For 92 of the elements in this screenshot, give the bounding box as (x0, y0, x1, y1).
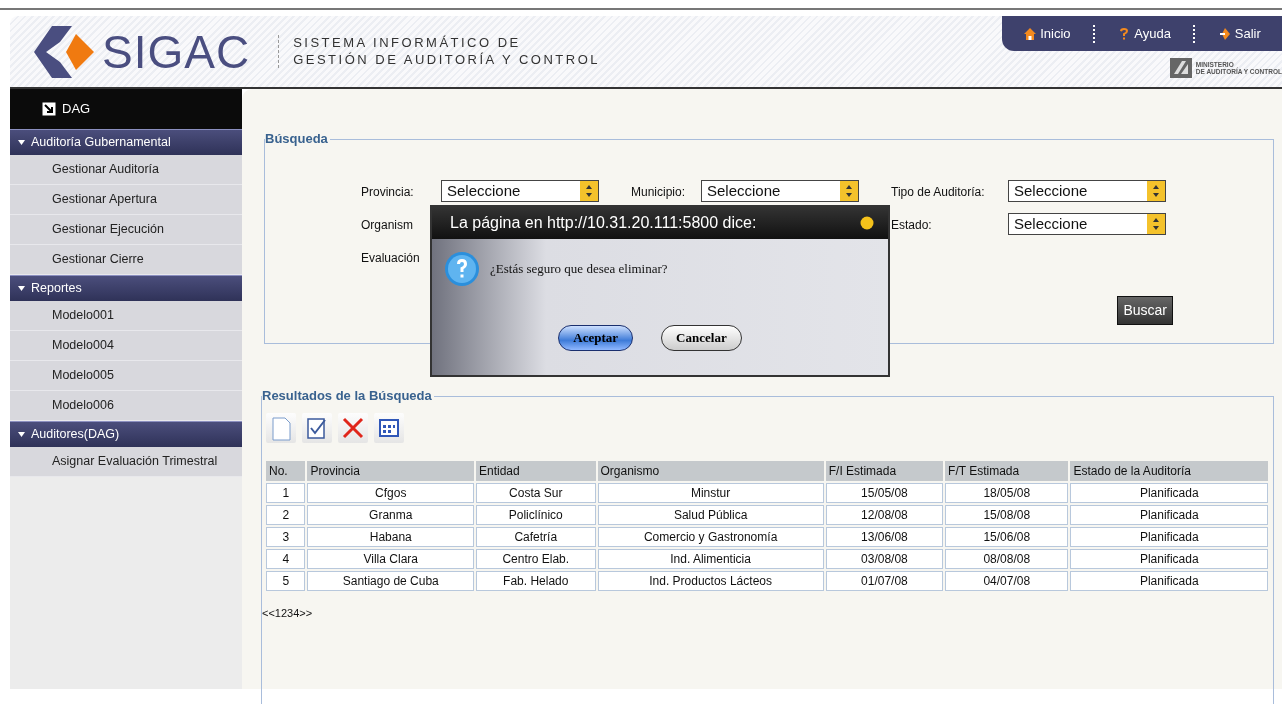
calendar-button[interactable] (374, 413, 404, 443)
table-cell: 2 (266, 505, 306, 525)
table-cell: Granma (307, 505, 474, 525)
sidebar-item[interactable]: Gestionar Cierre (10, 245, 242, 275)
table-cell: 01/07/08 (825, 571, 944, 591)
search-legend: Búsqueda (265, 131, 330, 147)
table-cell: 04/07/08 (945, 571, 1069, 591)
question-icon (444, 251, 480, 287)
table-cell: 15/05/08 (825, 483, 944, 503)
field-label: Estado: (891, 217, 933, 234)
table-cell: Fab. Helado (476, 571, 596, 591)
column-header: No. (266, 461, 306, 481)
table-cell: 12/08/08 (825, 505, 944, 525)
field-label: Provincia: (361, 184, 415, 201)
table-cell: 18/05/08 (945, 483, 1069, 503)
column-header: Estado de la Auditoría (1070, 461, 1268, 481)
table-cell: 03/08/08 (825, 549, 944, 569)
field-label: Evaluación (361, 250, 421, 267)
column-header: F/T Estimada (945, 461, 1069, 481)
table-cell: Planificada (1070, 505, 1268, 525)
exit-icon (1217, 26, 1232, 41)
nav-link[interactable]: Ayuda (1117, 23, 1171, 44)
table-cell: Salud Pública (597, 505, 824, 525)
table-cell: 13/06/08 (825, 527, 944, 547)
dialog-button[interactable]: Aceptar (558, 325, 634, 351)
dialog-button[interactable]: Cancelar (661, 325, 742, 351)
column-header: F/I Estimada (825, 461, 944, 481)
section-header[interactable]: Reportes (10, 275, 242, 301)
table-cell: 5 (266, 571, 306, 591)
table-cell: Habana (307, 527, 474, 547)
sidebar-item[interactable]: Modelo001 (10, 301, 242, 331)
sidebar-item[interactable]: Modelo005 (10, 361, 242, 391)
table-cell: Santiago de Cuba (307, 571, 474, 591)
table-cell: Policlínico (476, 505, 596, 525)
table-cell: Centro Elab. (476, 549, 596, 569)
table-cell: 08/08/08 (945, 549, 1069, 569)
nav-link[interactable]: Inicio (1023, 23, 1071, 44)
sidebar-item[interactable]: Gestionar Apertura (10, 185, 242, 215)
subtitle-text: SISTEMA INFORMÁTICO DE (293, 35, 522, 52)
results-legend: Resultados de la Búsqueda (262, 388, 434, 404)
column-header: Organismo (597, 461, 824, 481)
column-header: Provincia (307, 461, 474, 481)
logo-icon (32, 23, 96, 80)
pagination-link[interactable]: <<1234>> (262, 605, 1273, 622)
sidebar-item[interactable]: Modelo004 (10, 331, 242, 361)
dropdown-field[interactable]: Seleccione (701, 180, 859, 202)
search-button[interactable]: Buscar (1117, 296, 1173, 325)
field-label: Tipo de Auditoría: (891, 184, 986, 201)
table-cell: Ind. Productos Lácteos (597, 571, 824, 591)
edit-check-button[interactable] (302, 413, 332, 443)
field-label: Municipio: (631, 184, 687, 201)
table-cell: 3 (266, 527, 306, 547)
table-cell: Ind. Alimenticia (597, 549, 824, 569)
section-header[interactable]: Auditoría Gubernamental (10, 129, 242, 155)
sidebar-item[interactable]: Gestionar Auditoría (10, 155, 242, 185)
table-cell: Costa Sur (476, 483, 596, 503)
caret-down-icon (18, 431, 25, 438)
column-header: Entidad (476, 461, 596, 481)
section-header[interactable]: Auditores(DAG) (10, 421, 242, 447)
caret-down-icon (18, 285, 25, 292)
table-cell: Planificada (1070, 527, 1268, 547)
table-cell: Planificada (1070, 571, 1268, 591)
table-cell: Planificada (1070, 549, 1268, 569)
dialog-title: La página en http://10.31.20.111:5800 dice: (450, 213, 757, 233)
table-cell: Comercio y Gastronomía (597, 527, 824, 547)
home-icon (1023, 26, 1038, 41)
dropdown-field[interactable]: Seleccione (1008, 180, 1166, 202)
sidebar-item[interactable]: Gestionar Ejecución (10, 215, 242, 245)
logo-text: SIGAC (102, 28, 251, 75)
field-label: Organism (361, 217, 414, 234)
sidebar-title: DAG (62, 100, 91, 119)
arrow-icon (42, 102, 56, 116)
caret-down-icon (18, 139, 25, 146)
nav-link[interactable]: Salir (1217, 23, 1261, 44)
delete-button[interactable] (338, 413, 368, 443)
table-cell: Planificada (1070, 483, 1268, 503)
ministry-logo-icon (1169, 58, 1192, 78)
subtitle-text: GESTIÓN DE AUDITORÍA Y CONTROL (293, 51, 601, 68)
table-cell: Cfgos (307, 483, 474, 503)
sidebar-item[interactable]: Modelo006 (10, 391, 242, 421)
table-cell: 15/06/08 (945, 527, 1069, 547)
dropdown-field[interactable]: Seleccione (441, 180, 599, 202)
table-cell: Villa Clara (307, 549, 474, 569)
table-cell: 15/08/08 (945, 505, 1069, 525)
dialog-message: ¿Estás seguro que desea eliminar? (490, 260, 668, 279)
table-cell: Minstur (597, 483, 824, 503)
table-cell: 4 (266, 549, 306, 569)
table-cell: Cafetría (476, 527, 596, 547)
dropdown-field[interactable]: Seleccione (1008, 213, 1166, 235)
table-cell: 1 (266, 483, 306, 503)
sidebar-item[interactable]: Asignar Evaluación Trimestral (10, 447, 242, 477)
status-dot-icon (860, 216, 874, 230)
